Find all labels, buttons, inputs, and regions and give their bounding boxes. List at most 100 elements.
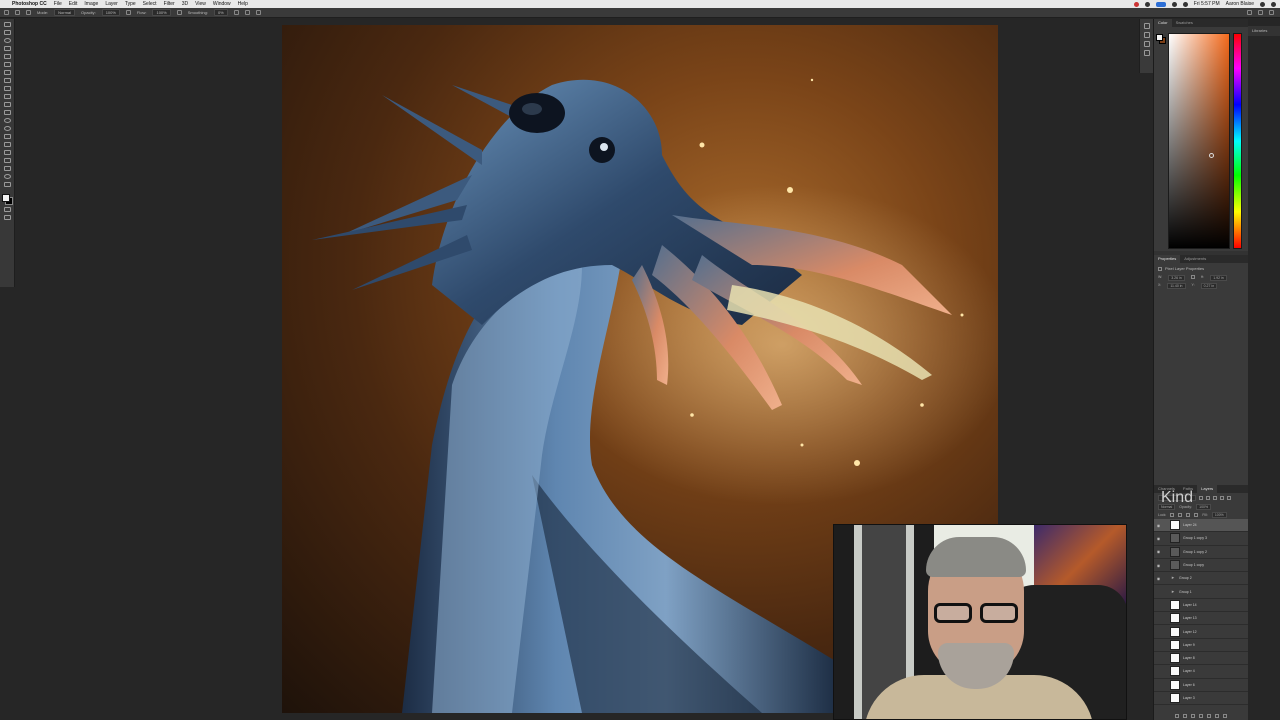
history-panel-icon[interactable] xyxy=(1143,23,1150,29)
pressure-size-icon[interactable] xyxy=(244,10,250,15)
menu-item-3d[interactable]: 3D xyxy=(182,0,188,8)
record-icon[interactable] xyxy=(1134,1,1140,7)
new-group-icon[interactable] xyxy=(1207,714,1211,718)
layer-style-icon[interactable] xyxy=(1183,714,1187,718)
color-swatches[interactable] xyxy=(2,194,13,205)
wifi-icon[interactable] xyxy=(1171,1,1177,7)
menu-item-help[interactable]: Help xyxy=(238,0,248,8)
user-name[interactable]: Aaron Blaise xyxy=(1226,0,1254,8)
tab-color[interactable]: Color xyxy=(1154,19,1172,27)
lock-position-icon[interactable] xyxy=(1186,513,1191,517)
adjustment-layer-icon[interactable] xyxy=(1199,714,1203,718)
visibility-eye-icon[interactable]: ◉ xyxy=(1156,536,1161,541)
symmetry-icon[interactable] xyxy=(255,10,261,15)
smoothing-field[interactable]: 0% xyxy=(213,9,228,16)
battery-icon[interactable] xyxy=(1182,1,1188,7)
clone-stamp-tool-icon[interactable] xyxy=(3,86,11,91)
new-layer-icon[interactable] xyxy=(1215,714,1219,718)
opacity-field[interactable]: 100% xyxy=(101,9,120,16)
layer-row[interactable]: ◉ Group 1 copy 3 xyxy=(1154,532,1248,546)
tab-swatches[interactable]: Swatches xyxy=(1172,19,1197,27)
clock-text[interactable]: Fri 5:57 PM xyxy=(1194,0,1220,8)
dropbox-icon[interactable] xyxy=(1145,1,1151,7)
layer-row[interactable]: ▸ Group 1 xyxy=(1154,585,1248,599)
link-layers-icon[interactable] xyxy=(1175,714,1179,718)
color-picker-field[interactable] xyxy=(1168,33,1230,249)
foreground-color-swatch[interactable] xyxy=(2,194,10,202)
layer-row[interactable]: Layer 4 xyxy=(1154,665,1248,679)
tab-layers[interactable]: Layers xyxy=(1197,485,1218,493)
add-mask-icon[interactable] xyxy=(1191,714,1195,718)
visibility-eye-icon[interactable]: ◉ xyxy=(1156,576,1161,581)
menu-item-edit[interactable]: Edit xyxy=(69,0,78,8)
search-icon[interactable] xyxy=(1260,1,1265,7)
layer-row[interactable]: Layer 6 xyxy=(1154,679,1248,692)
mode-select[interactable]: Normal xyxy=(54,9,76,16)
x-field[interactable]: 11.40 in xyxy=(1167,283,1186,289)
layer-opacity-field[interactable]: 100% xyxy=(1196,504,1212,510)
quick-select-tool-icon[interactable] xyxy=(3,46,11,51)
layer-row[interactable]: Layer 8 xyxy=(1154,652,1248,666)
marquee-tool-icon[interactable] xyxy=(3,30,11,35)
rectangle-tool-icon[interactable] xyxy=(3,158,11,163)
layer-row[interactable]: ◉ Group 1 copy 2 xyxy=(1154,546,1248,559)
airbrush-icon[interactable] xyxy=(176,10,182,15)
menu-item-filter[interactable]: Filter xyxy=(164,0,175,8)
screen-mode-icon[interactable] xyxy=(3,215,11,220)
crop-tool-icon[interactable] xyxy=(3,54,11,59)
status-pill[interactable] xyxy=(1156,1,1166,7)
menu-item-select[interactable]: Select xyxy=(143,0,157,8)
edit-toolbar-icon[interactable] xyxy=(3,182,11,187)
menu-item-image[interactable]: Image xyxy=(84,0,98,8)
gradient-tool-icon[interactable] xyxy=(3,110,11,115)
adjustments-panel-icon[interactable] xyxy=(1143,50,1150,56)
tab-properties[interactable]: Properties xyxy=(1154,255,1181,263)
filter-smart-object-icon[interactable] xyxy=(1227,496,1232,500)
menu-item-type[interactable]: Type xyxy=(125,0,136,8)
blur-tool-icon[interactable] xyxy=(3,118,11,123)
panel-foreground-swatch[interactable] xyxy=(1156,34,1163,41)
lock-transparent-icon[interactable] xyxy=(1170,513,1175,517)
visibility-eye-icon[interactable]: ◉ xyxy=(1156,563,1161,568)
panel-color-swatches[interactable] xyxy=(1156,34,1166,44)
y-field[interactable]: 0.27 in xyxy=(1200,283,1218,289)
brushes-panel-icon[interactable] xyxy=(1143,41,1150,47)
menu-item-photoshop-cc[interactable]: Photoshop CC xyxy=(12,0,47,8)
layer-row[interactable]: Layer 3 xyxy=(1154,692,1248,706)
visibility-eye-icon[interactable]: ◉ xyxy=(1156,549,1161,554)
menu-item-file[interactable]: File xyxy=(54,0,62,8)
layer-row[interactable]: Layer 13 xyxy=(1154,612,1248,626)
filter-shape-icon[interactable] xyxy=(1220,496,1225,500)
menu-item-layer[interactable]: Layer xyxy=(105,0,118,8)
notification-center-icon[interactable] xyxy=(1271,1,1276,7)
layer-row[interactable]: ◉ ▸ Group 2 xyxy=(1154,572,1248,586)
layer-row[interactable]: Layer 9 xyxy=(1154,639,1248,652)
lasso-tool-icon[interactable] xyxy=(3,38,11,43)
move-tool-icon[interactable] xyxy=(3,22,11,27)
hue-slider[interactable] xyxy=(1233,33,1242,249)
quick-mask-icon[interactable] xyxy=(3,207,11,212)
menu-item-view[interactable]: View xyxy=(195,0,206,8)
dodge-tool-icon[interactable] xyxy=(3,126,11,131)
eyedropper-tool-icon[interactable] xyxy=(3,62,11,67)
filter-pixel-icon[interactable] xyxy=(1199,496,1204,500)
link-icon[interactable] xyxy=(1190,275,1195,279)
menu-item-window[interactable]: Window xyxy=(213,0,231,8)
blend-mode-select[interactable]: Normal xyxy=(1158,504,1176,510)
filter-type-icon[interactable] xyxy=(1213,496,1218,500)
filter-adjustment-icon[interactable] xyxy=(1206,496,1211,500)
lock-pixels-icon[interactable] xyxy=(1178,513,1183,517)
color-picker-marker[interactable] xyxy=(1209,153,1214,158)
trash-icon[interactable] xyxy=(1223,714,1227,718)
brush-tool-icon[interactable] xyxy=(3,78,11,83)
share-icon[interactable] xyxy=(1269,10,1274,15)
fill-field[interactable]: 100% xyxy=(1211,512,1227,518)
height-field[interactable]: 1.92 in xyxy=(1210,275,1227,281)
layer-row[interactable]: ◉ Layer 24 xyxy=(1154,519,1248,533)
healing-brush-tool-icon[interactable] xyxy=(3,70,11,75)
brush-size-icon[interactable] xyxy=(15,10,20,15)
visibility-eye-icon[interactable]: ◉ xyxy=(1156,523,1161,528)
flow-field[interactable]: 100% xyxy=(152,9,171,16)
type-tool-icon[interactable] xyxy=(3,142,11,147)
width-field[interactable]: 3.26 in xyxy=(1168,275,1185,281)
